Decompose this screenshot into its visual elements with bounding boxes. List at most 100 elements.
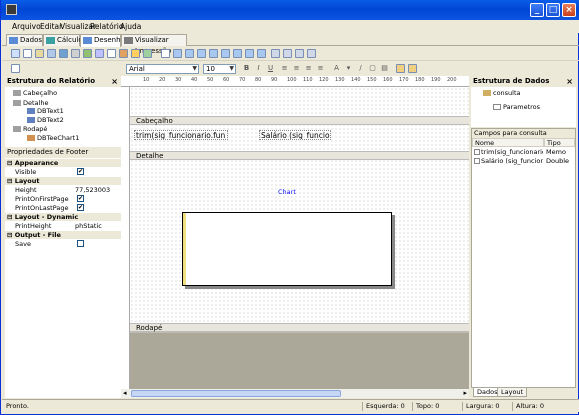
property-value[interactable]: 77,523003	[75, 186, 110, 194]
tree-node-dbteechart1[interactable]: DBTeeChart1	[27, 134, 79, 142]
subreport-tool-icon[interactable]	[143, 49, 152, 58]
send-back-icon[interactable]	[307, 49, 316, 58]
line-style-icon[interactable]: ▤	[380, 64, 389, 73]
property-checkbox[interactable]	[77, 240, 84, 247]
band-cabecalho[interactable]: Cabeçalho	[130, 116, 469, 125]
band-rodape[interactable]: Rodapé	[130, 323, 469, 332]
barcode-tool-icon[interactable]	[131, 49, 140, 58]
align-middle-icon[interactable]	[221, 49, 230, 58]
dbimage-tool-icon[interactable]	[83, 49, 92, 58]
field-fun-nome[interactable]: trim(sig_funcionario.fun_nome)	[134, 130, 228, 140]
image-tool-icon[interactable]	[47, 49, 56, 58]
column-header-nome[interactable]: Nome	[472, 138, 544, 147]
dbtext-tool-icon[interactable]	[71, 49, 80, 58]
justify-text-icon[interactable]: ≡	[316, 64, 325, 73]
property-row[interactable]: PrintOnLastPage ✔	[5, 204, 121, 212]
tree-node-consulta[interactable]: consulta	[483, 89, 521, 97]
close-icon[interactable]: ×	[566, 76, 573, 87]
chart-label: Chart	[278, 188, 296, 196]
property-checkbox[interactable]: ✔	[77, 168, 84, 175]
tree-node-parametros[interactable]: Parametros	[493, 103, 540, 111]
bring-front-icon[interactable]	[295, 49, 304, 58]
query-icon	[483, 90, 491, 96]
memo-tool-icon[interactable]	[35, 49, 44, 58]
label-tool-icon[interactable]	[23, 49, 32, 58]
align-center-icon[interactable]	[185, 49, 194, 58]
field-icon	[474, 149, 480, 155]
column-header-tipo[interactable]: Tipo	[544, 138, 575, 147]
property-row[interactable]: PrintOnFirstPage ✔	[5, 195, 121, 203]
report-canvas[interactable]: Cabeçalho trim(sig_funcionario.fun_nome)…	[130, 87, 469, 323]
title-bar[interactable]: _ □ ×	[1, 0, 579, 20]
chart-placeholder[interactable]	[182, 212, 392, 286]
font-size-select[interactable]: 10 ▼	[203, 64, 236, 74]
fill-color-icon[interactable]: ▢	[368, 64, 377, 73]
align-top-icon[interactable]	[209, 49, 218, 58]
property-row[interactable]: Save	[5, 240, 121, 248]
scroll-right-icon[interactable]: ▸	[463, 389, 467, 397]
menu-ajuda[interactable]: Ajuda	[120, 22, 141, 31]
align-left-text-icon[interactable]: ≡	[280, 64, 289, 73]
underline-button[interactable]: U	[266, 64, 275, 73]
property-value[interactable]: phStatic	[75, 222, 102, 230]
same-width-icon[interactable]	[271, 49, 280, 58]
tab-dados[interactable]: Dados	[6, 34, 43, 46]
list-item[interactable]: trim(sig_funcionario.f... Memo	[472, 148, 575, 156]
property-category[interactable]: ⊟ Layout - Dynamic	[5, 213, 121, 221]
tab-calculo[interactable]: Cálculo	[43, 34, 83, 46]
property-row[interactable]: Height 77,523003	[5, 186, 121, 194]
send-backward-icon[interactable]	[408, 64, 417, 73]
tree-node-detalhe[interactable]: Detalhe	[13, 99, 48, 107]
space-vertical-icon[interactable]	[257, 49, 266, 58]
band-detalhe[interactable]: Detalhe	[130, 151, 469, 160]
align-right-text-icon[interactable]: ≡	[304, 64, 313, 73]
list-item[interactable]: Salário (sig_funcion... Double	[472, 157, 575, 165]
tab-visualizar-impressao[interactable]: Visualizar Impressão	[121, 34, 187, 55]
menu-relatorio[interactable]: Relatório	[90, 22, 123, 31]
bring-forward-icon[interactable]	[396, 64, 405, 73]
bold-button[interactable]: B	[242, 64, 251, 73]
minimize-button[interactable]: _	[530, 3, 544, 17]
font-family-select[interactable]: Arial ▼	[126, 64, 199, 74]
align-right-icon[interactable]	[197, 49, 206, 58]
same-height-icon[interactable]	[283, 49, 292, 58]
close-button[interactable]: ×	[562, 3, 576, 17]
italic-button[interactable]: I	[254, 64, 263, 73]
font-color-icon[interactable]: A	[332, 64, 341, 73]
shape-tool-icon[interactable]	[59, 49, 68, 58]
maximize-button[interactable]: □	[546, 3, 560, 17]
scroll-left-icon[interactable]: ◂	[123, 389, 127, 397]
rich-text-tool-icon[interactable]	[107, 49, 116, 58]
field-salario[interactable]: Salário (sig_funcionario	[259, 130, 331, 140]
line-tool-icon[interactable]	[95, 49, 104, 58]
property-checkbox[interactable]: ✔	[77, 204, 84, 211]
property-row[interactable]: Visible ✔	[5, 168, 121, 176]
menu-editar[interactable]: Editar	[40, 22, 62, 31]
tab-desenho[interactable]: Desenho	[80, 34, 125, 47]
align-left-icon[interactable]	[173, 49, 182, 58]
property-row[interactable]: PrintHeight phStatic	[5, 222, 121, 230]
property-category[interactable]: ⊟ Appearance	[5, 159, 121, 167]
horizontal-scrollbar[interactable]: ◂ ▸	[121, 389, 469, 398]
highlight-color-icon[interactable]: ▾	[344, 64, 353, 73]
property-category[interactable]: ⊟ Output - File	[5, 231, 121, 239]
scrollbar-thumb[interactable]	[131, 390, 341, 397]
align-center-text-icon[interactable]: ≡	[292, 64, 301, 73]
property-category[interactable]: ⊟ Layout	[5, 177, 121, 185]
tree-node-dbtext1[interactable]: DBText1	[27, 107, 64, 115]
chart-tool-icon[interactable]	[119, 49, 128, 58]
align-bottom-icon[interactable]	[233, 49, 242, 58]
menu-arquivo[interactable]: Arquivo	[12, 22, 41, 31]
tree-node-rodape[interactable]: Rodapé	[13, 125, 47, 133]
tree-node-cabecalho[interactable]: Cabeçalho	[13, 89, 57, 97]
property-checkbox[interactable]: ✔	[77, 195, 84, 202]
text-icon[interactable]	[11, 64, 20, 73]
tab-layout[interactable]: Layout	[497, 388, 528, 397]
text-align-icon[interactable]	[161, 49, 170, 58]
select-tool-icon[interactable]	[11, 49, 20, 58]
space-horizontal-icon[interactable]	[245, 49, 254, 58]
close-icon[interactable]: ×	[111, 76, 118, 87]
tree-node-dbtext2[interactable]: DBText2	[27, 116, 64, 124]
ruler-tick-label: 50	[207, 77, 214, 83]
line-color-icon[interactable]: ∕	[356, 64, 365, 73]
